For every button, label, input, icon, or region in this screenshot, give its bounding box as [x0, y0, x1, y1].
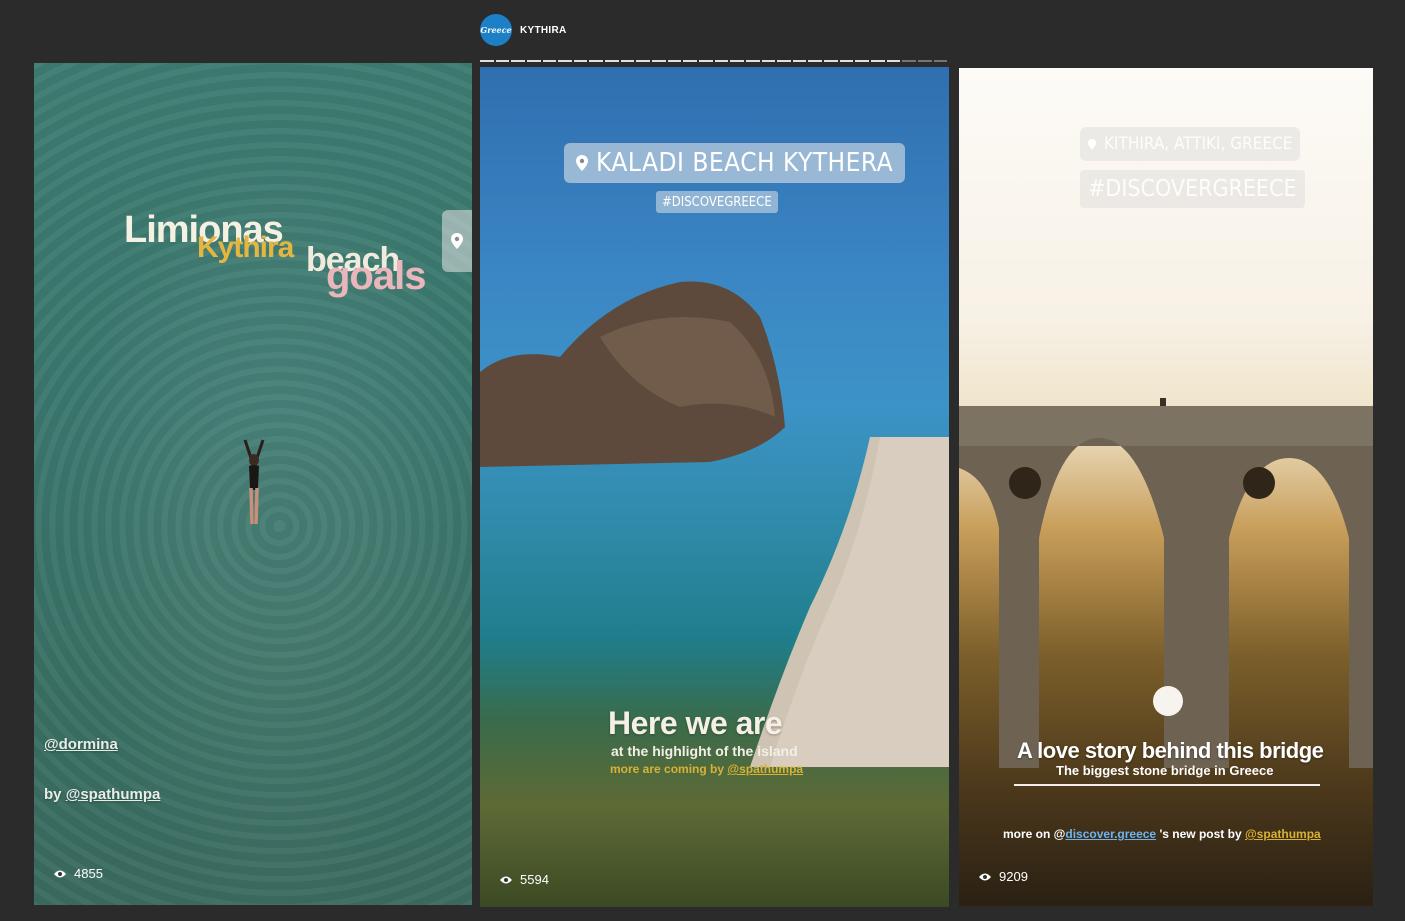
- credit-caption: by @spathumpa: [44, 786, 160, 803]
- location-pin-icon: [576, 155, 588, 171]
- story-progress-bar: [480, 60, 948, 62]
- rock-formation: [480, 281, 785, 467]
- progress-segment: [511, 60, 525, 62]
- more-middle: 's new post by: [1156, 827, 1245, 841]
- view-count-value: 9209: [999, 869, 1028, 884]
- location-sticker[interactable]: KITHIRA, ATTIKI, GREECE: [1080, 127, 1301, 161]
- progress-segment: [542, 60, 557, 62]
- location-label: KALADI BEACH KYTHERA: [596, 148, 894, 178]
- story-middle-kaladi[interactable]: KALADI BEACH KYTHERA #DISCOVEGREECE Here…: [480, 67, 949, 907]
- progress-segment: [792, 60, 807, 62]
- progress-segment: [808, 60, 823, 62]
- location-pin-icon: [1088, 138, 1096, 150]
- view-count: 9209: [979, 869, 1028, 884]
- progress-segment: [605, 60, 619, 62]
- story-title: Here we are: [608, 705, 783, 741]
- progress-segment: [558, 60, 572, 62]
- hashtag-sticker[interactable]: #DISCOVERGREECE: [1080, 170, 1305, 208]
- mention-link[interactable]: @dormina: [44, 736, 118, 753]
- more-caption: more are coming by @spathumpa: [610, 762, 803, 776]
- more-prefix: more are coming by: [610, 762, 728, 776]
- swimmer-figure: [243, 439, 265, 525]
- more-prefix: more on @: [1003, 827, 1066, 841]
- progress-segment: [824, 60, 838, 62]
- progress-segment: [620, 60, 635, 62]
- credit-handle-link[interactable]: @spathumpa: [1245, 827, 1321, 841]
- account-avatar[interactable]: Greece: [480, 14, 512, 46]
- progress-segment: [730, 60, 744, 62]
- progress-segment: [871, 60, 885, 62]
- story-left-limionas[interactable]: Limionas Kythira beach goals @dormina by…: [34, 63, 472, 905]
- progress-segment: [761, 60, 776, 62]
- view-count-value: 5594: [520, 872, 549, 887]
- progress-segment: [886, 60, 901, 62]
- location-label: KITHIRA, ATTIKI, GREECE: [1104, 134, 1293, 154]
- progress-segment: [902, 60, 916, 62]
- view-count: 4855: [54, 866, 103, 881]
- story-subtitle: The biggest stone bridge in Greece: [1056, 763, 1274, 778]
- sticker-word: Kythira: [197, 231, 294, 264]
- progress-segment: [745, 60, 760, 62]
- credit-handle-link[interactable]: @spathumpa: [66, 786, 161, 803]
- eye-icon: [979, 873, 991, 880]
- account-name[interactable]: KYTHIRA: [520, 25, 567, 36]
- progress-segment: [589, 60, 604, 62]
- progress-segment: [855, 60, 870, 62]
- eye-icon: [54, 870, 66, 877]
- more-caption: more on @discover.greece 's new post by …: [1003, 827, 1321, 841]
- credit-prefix: by: [44, 786, 66, 803]
- credit-handle-link[interactable]: @spathumpa: [727, 762, 803, 776]
- story-subtitle: at the highlight of the island: [611, 743, 798, 759]
- progress-segment: [933, 60, 948, 62]
- location-sticker[interactable]: KALADI BEACH KYTHERA: [564, 143, 906, 183]
- progress-segment: [777, 60, 791, 62]
- view-count: 5594: [500, 872, 549, 887]
- progress-segment: [698, 60, 713, 62]
- progress-segment: [480, 60, 494, 62]
- progress-segment: [839, 60, 854, 62]
- tap-indicator[interactable]: [1153, 686, 1183, 716]
- progress-segment: [652, 60, 666, 62]
- progress-segment: [683, 60, 697, 62]
- progress-segment: [917, 60, 932, 62]
- progress-segment: [667, 60, 682, 62]
- location-sticker-tab[interactable]: [442, 210, 472, 272]
- story-header: Greece KYTHIRA: [480, 12, 567, 48]
- hashtag-sticker[interactable]: #DISCOVEGREECE: [656, 191, 778, 213]
- story-title: A love story behind this bridge: [1017, 738, 1324, 763]
- discover-greece-link[interactable]: discover.greece: [1065, 827, 1156, 841]
- location-pin-icon: [451, 233, 463, 249]
- progress-segment: [636, 60, 651, 62]
- progress-segment: [526, 60, 541, 62]
- progress-segment: [573, 60, 588, 62]
- divider: [1014, 784, 1320, 786]
- story-right-bridge[interactable]: KITHIRA, ATTIKI, GREECE #DISCOVERGREECE …: [959, 68, 1373, 906]
- sticker-word: goals: [326, 254, 426, 298]
- progress-segment: [495, 60, 510, 62]
- eye-icon: [500, 876, 512, 883]
- progress-segment: [714, 60, 729, 62]
- view-count-value: 4855: [74, 866, 103, 881]
